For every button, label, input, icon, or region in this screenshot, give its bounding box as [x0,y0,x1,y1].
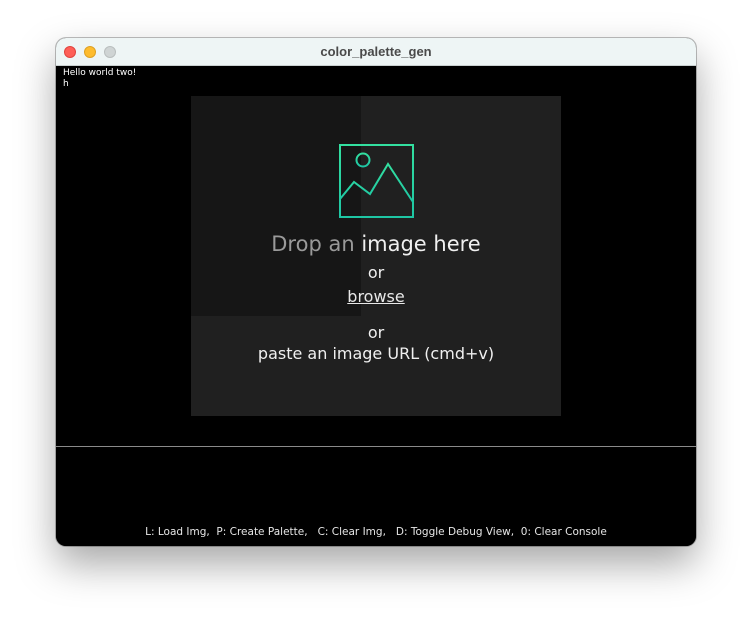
or-separator: or [367,263,385,282]
drop-title-bright: image here [361,232,481,256]
drop-title-dim: Drop an [271,232,362,256]
console-line: h [63,79,69,89]
paste-url-hint: paste an image URL (cmd+v) [257,344,495,363]
divider [56,446,696,447]
title-bar[interactable]: color_palette_gen [56,38,696,66]
sketch-canvas[interactable]: Hello world two! h Drop an image here or… [56,66,696,546]
console-line: Hello world two! [63,68,137,78]
drop-zone-highlight [191,96,361,316]
image-drop-zone[interactable]: Drop an image here or browse or paste an… [191,96,561,416]
app-window: color_palette_gen Hello world two! h Dro… [56,38,696,546]
browse-row: browse [191,287,561,306]
image-icon [339,144,414,218]
or-separator: or [367,323,385,342]
browse-link[interactable]: browse [347,287,404,306]
console-output: Hello world two! h [63,68,136,90]
drop-title: Drop an image here [191,232,561,256]
window-title: color_palette_gen [320,44,432,59]
keyboard-shortcuts: L: Load Img, P: Create Palette, C: Clear… [145,526,607,538]
